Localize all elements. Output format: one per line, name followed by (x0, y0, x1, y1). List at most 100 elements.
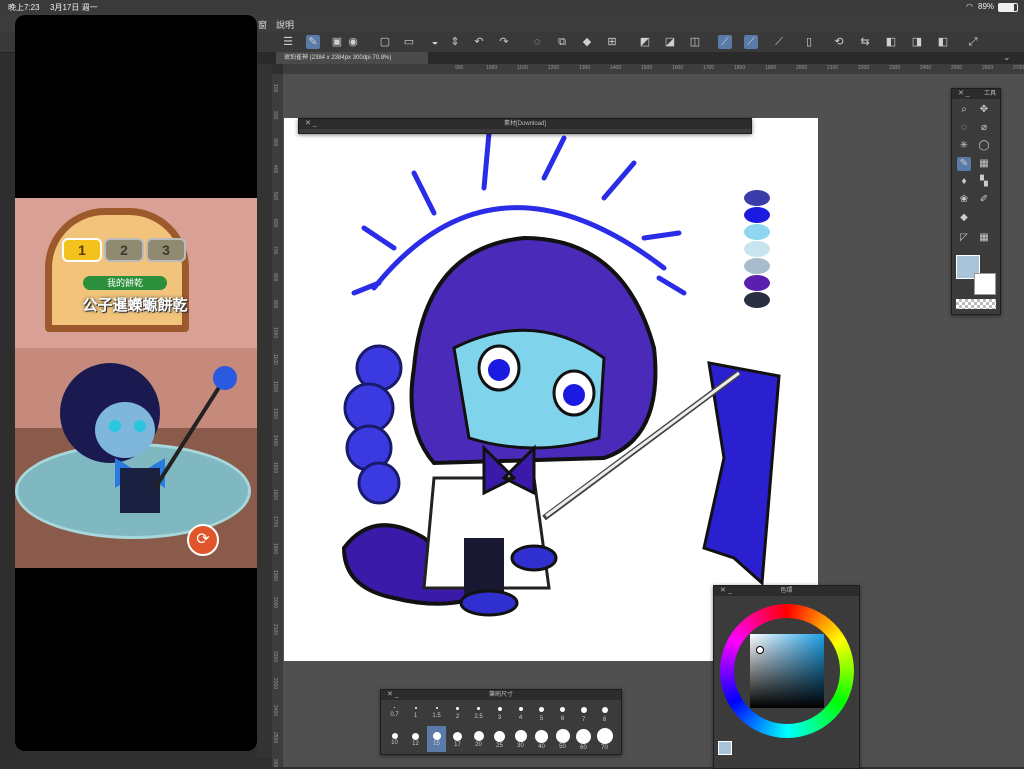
brush-size-option[interactable]: 2.5 (469, 704, 488, 724)
canvas-size-icon[interactable]: ◩ (638, 35, 652, 49)
brush-size-label: 17 (454, 741, 461, 748)
gesture-icon[interactable]: ▯ (802, 35, 816, 49)
menu-help[interactable]: 說明 (276, 18, 294, 31)
lasso-tool-icon[interactable]: ◯ (977, 139, 991, 153)
brush-size-option[interactable]: 6 (553, 704, 572, 724)
menu-icon[interactable]: ☰ (281, 35, 295, 49)
transform-icon[interactable]: ⊞ (605, 35, 619, 49)
close-icon[interactable]: ✕ _ (958, 89, 970, 99)
special-ruler-icon[interactable]: ⟋ (744, 35, 758, 49)
brush-size-option[interactable]: 4 (511, 704, 530, 724)
brush-size-label: 0.7 (390, 712, 399, 718)
crop-icon[interactable]: ◪ (663, 35, 677, 49)
ruler-tick-label: 400 (272, 165, 278, 174)
gradient-icon[interactable]: ◸ (957, 231, 971, 245)
brush-size-option[interactable]: 7 (574, 704, 593, 724)
record-icon[interactable]: ◉ (346, 35, 360, 49)
undo-icon[interactable]: ↶ (472, 35, 486, 49)
material-panel-title: 素材[Download] (503, 121, 547, 127)
brush-size-option[interactable]: 10 (385, 726, 404, 752)
fullscreen-icon[interactable]: ⤢ (966, 35, 980, 49)
decoration-icon[interactable]: ❀ (957, 193, 971, 207)
move-icon[interactable]: ✥ (977, 103, 991, 117)
ruler-snap-icon[interactable]: ⟋ (718, 35, 732, 49)
pen-tool-icon[interactable]: ✎ (957, 157, 971, 171)
tab-slot-1[interactable]: 1 (62, 238, 102, 262)
transparent-color-swatch[interactable] (956, 299, 996, 309)
brush-size-option[interactable]: 50 (553, 726, 572, 752)
tab-slot-2[interactable]: 2 (104, 238, 144, 262)
tab-slot-3[interactable]: 3 (146, 238, 186, 262)
brush-size-option[interactable]: 25 (490, 726, 509, 752)
brush-icon[interactable]: ✐ (977, 193, 991, 207)
brush-size-label: 25 (496, 742, 503, 749)
brush-size-option[interactable]: 2 (448, 704, 467, 724)
brush-size-option[interactable]: 12 (406, 726, 425, 752)
brush-size-option[interactable]: 8 (595, 704, 614, 724)
brush-size-option[interactable]: 1 (406, 704, 425, 724)
ruler-tick-label: 2100 (272, 624, 278, 636)
open-folder-icon[interactable]: ▭ (402, 35, 416, 49)
document-tab[interactable]: 琥珀雀神 (2384 x 2384px 300dpi 70.8%) (276, 52, 428, 64)
zoom-icon[interactable]: ⌕ (957, 103, 971, 117)
bucket-icon[interactable]: ▚ (977, 175, 991, 189)
select-icon[interactable]: ◌ (957, 121, 971, 135)
save-icon[interactable]: ◒ (428, 35, 442, 49)
brush-size-label: 4 (518, 715, 523, 721)
brush-size-option[interactable]: 3 (490, 704, 509, 724)
chevron-down-icon[interactable]: ⌄ (1003, 52, 1011, 63)
magic-wand-icon[interactable]: ✳ (957, 139, 971, 153)
stepper-icon[interactable]: ⇕ (448, 35, 462, 49)
lasso-icon[interactable]: ◌ (530, 35, 544, 49)
brush-size-option[interactable]: 60 (574, 726, 593, 752)
sub-color-swatch[interactable] (974, 273, 996, 295)
guide-icon[interactable]: ⟋ (772, 35, 786, 49)
eraser-icon[interactable]: ◆ (957, 211, 971, 225)
eyedropper-icon[interactable]: ⌀ (977, 121, 991, 135)
flip-icon[interactable]: ⇆ (858, 35, 872, 49)
view-1-icon[interactable]: ◧ (884, 35, 898, 49)
drawing-canvas[interactable] (284, 118, 818, 661)
airbrush-icon[interactable]: ▦ (977, 157, 991, 171)
close-icon[interactable]: ✕ _ (305, 119, 317, 129)
brush-size-option[interactable]: 20 (469, 726, 488, 752)
brush-size-option[interactable]: 40 (532, 726, 551, 752)
refresh-button[interactable]: ⟳ (187, 524, 219, 556)
view-2-icon[interactable]: ◨ (910, 35, 924, 49)
status-battery: 89% (978, 2, 995, 11)
color-picker-handle[interactable] (756, 646, 764, 654)
brush-size-option[interactable]: 0.7 (385, 704, 404, 724)
brush-size-option[interactable]: 5 (532, 704, 551, 724)
close-icon[interactable]: ✕ _ (387, 690, 399, 700)
pen-icon[interactable]: ✎ (306, 35, 320, 49)
saturation-square[interactable] (750, 634, 824, 708)
view-3-icon[interactable]: ◧ (936, 35, 950, 49)
fill-icon[interactable]: ◆ (580, 35, 594, 49)
ruler-tick-label: 2200 (272, 651, 278, 663)
layer-icon[interactable]: ▣ (330, 35, 344, 49)
brush-size-option[interactable]: 15 (427, 726, 446, 752)
ruler-tick-label: 2000 (796, 65, 808, 71)
braid (343, 344, 403, 505)
blend-icon[interactable]: ♦ (957, 175, 971, 189)
clear-icon[interactable]: ◫ (688, 35, 702, 49)
menu-window[interactable]: 窗 (258, 18, 267, 31)
brush-size-option[interactable]: 70 (595, 726, 614, 752)
redo-icon[interactable]: ↷ (497, 35, 511, 49)
ruler-tick-label: 1500 (641, 65, 653, 71)
ruler-tick-label: 1200 (272, 381, 278, 393)
ruler-tick-label: 1200 (548, 65, 560, 71)
brush-size-option[interactable]: 30 (511, 726, 530, 752)
rotate-icon[interactable]: ⟲ (832, 35, 846, 49)
close-icon[interactable]: ✕ _ (720, 586, 732, 596)
palette-swatch (744, 224, 770, 240)
new-file-icon[interactable]: ▢ (378, 35, 392, 49)
current-color-chip[interactable] (718, 741, 732, 755)
copy-icon[interactable]: ⧉ (555, 35, 569, 49)
frame-icon[interactable]: ▦ (977, 231, 991, 245)
brush-size-option[interactable]: 17 (448, 726, 467, 752)
ruler-tick-label: 1100 (517, 65, 528, 71)
brush-size-label: 1.5 (432, 713, 441, 719)
brush-size-option[interactable]: 1.5 (427, 704, 446, 724)
sub-tool-strip (257, 58, 272, 758)
